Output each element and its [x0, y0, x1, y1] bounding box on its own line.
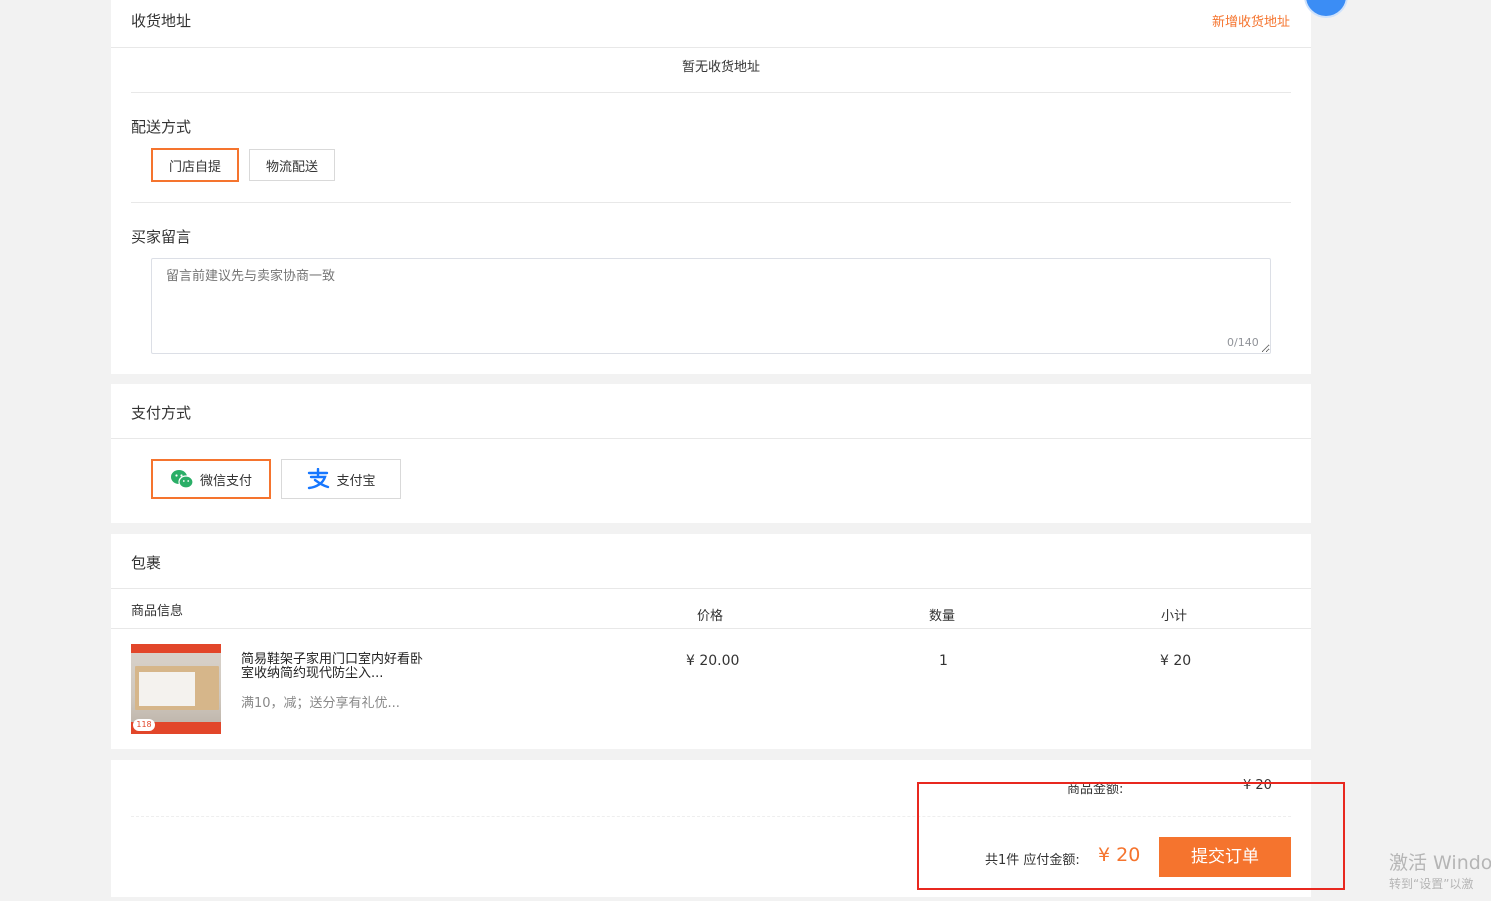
- payment-option-alipay[interactable]: 支付宝: [281, 459, 401, 499]
- delivery-title: 配送方式: [131, 118, 192, 136]
- product-qty: 1: [939, 653, 948, 669]
- add-address-link[interactable]: 新增收货地址: [1212, 11, 1290, 30]
- thumb-top-banner: [131, 644, 221, 653]
- divider: [131, 202, 1291, 203]
- thumb-price-badge: 118: [133, 719, 155, 731]
- message-title: 买家留言: [131, 228, 192, 246]
- product-subtotal: ¥ 20: [1160, 653, 1192, 669]
- divider: [111, 588, 1311, 589]
- payment-card: 支付方式 微信支付 支付宝: [111, 384, 1311, 523]
- package-title: 包裹: [131, 554, 162, 572]
- divider: [111, 438, 1311, 439]
- package-card: 包裹 商品信息 价格 数量 小计 118 简易鞋架子家用门口室内好看卧室收纳简约…: [111, 534, 1311, 749]
- divider: [111, 47, 1311, 48]
- product-price: ¥ 20.00: [686, 653, 740, 669]
- order-info-card: 收货地址 新增收货地址 暂无收货地址 配送方式 门店自提 物流配送 买家留言 0…: [111, 0, 1311, 374]
- message-char-counter: 0/140: [1227, 336, 1259, 349]
- payment-option-label: 支付宝: [336, 473, 376, 489]
- table-row: 118 简易鞋架子家用门口室内好看卧室收纳简约现代防尘入... 满10，减；送分…: [111, 628, 1311, 743]
- activation-watermark-title: 激活 Windo: [1389, 852, 1491, 874]
- col-header-subtotal: 小计: [1161, 609, 1188, 624]
- wechat-pay-icon: [170, 468, 194, 490]
- payment-option-wechat[interactable]: 微信支付: [151, 459, 271, 499]
- address-title: 收货地址: [131, 12, 192, 30]
- col-header-price: 价格: [697, 609, 724, 624]
- payment-title: 支付方式: [131, 404, 192, 422]
- alipay-icon: [306, 467, 330, 490]
- payment-option-label: 微信支付: [199, 473, 252, 489]
- activation-watermark-subtitle: 转到“设置”以激: [1389, 877, 1474, 891]
- delivery-option-label: 门店自提: [168, 159, 221, 175]
- col-header-qty: 数量: [929, 609, 956, 624]
- highlight-box: [917, 782, 1345, 890]
- thumb-cabinet-doors: [139, 672, 195, 706]
- divider: [131, 92, 1291, 93]
- delivery-option-label: 物流配送: [265, 159, 318, 175]
- product-name[interactable]: 简易鞋架子家用门口室内好看卧室收纳简约现代防尘入...: [241, 653, 427, 681]
- product-promo: 满10，减；送分享有礼优...: [241, 696, 400, 711]
- product-thumbnail[interactable]: 118: [131, 644, 221, 734]
- col-header-info: 商品信息: [131, 604, 184, 619]
- delivery-option-store-pickup[interactable]: 门店自提: [151, 148, 239, 182]
- empty-address-text: 暂无收货地址: [681, 60, 760, 75]
- delivery-option-logistics[interactable]: 物流配送: [249, 149, 335, 181]
- buyer-message-textarea[interactable]: [151, 258, 1271, 354]
